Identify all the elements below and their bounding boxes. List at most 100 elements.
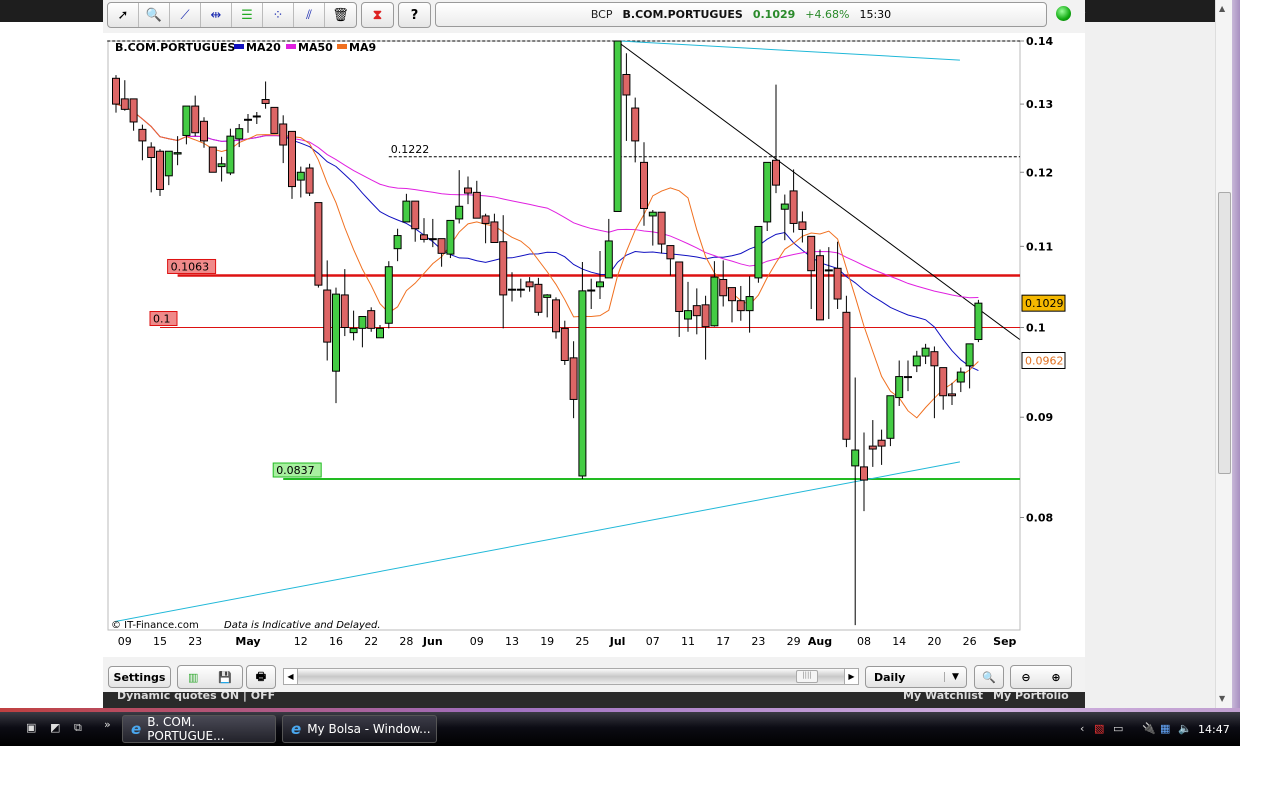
candle[interactable] [376, 327, 384, 339]
candlestick-chart[interactable]: 0.14 0.13 0.12 0.11 0.1 0.09 0.08 09 15 23 May 12 16… [103, 33, 1085, 657]
scrollbar-thumb[interactable] [1218, 192, 1231, 474]
candle[interactable] [948, 393, 956, 397]
indicators-icon[interactable]: ☰ [232, 3, 263, 27]
trash-icon[interactable]: 🗑 [325, 3, 356, 27]
candle[interactable] [437, 238, 446, 254]
candle[interactable] [877, 439, 886, 447]
candle[interactable] [120, 98, 129, 110]
scroll-left-icon[interactable]: ◀ [284, 669, 298, 684]
switch-windows-icon[interactable]: ⧉ [74, 721, 82, 735]
settings-button[interactable]: Settings [108, 666, 171, 688]
candle[interactable] [138, 128, 147, 142]
candle[interactable] [895, 376, 904, 399]
candle[interactable] [481, 215, 490, 224]
candle[interactable] [340, 294, 349, 329]
candle[interactable] [807, 235, 816, 272]
display-icon[interactable]: ▭ [1113, 722, 1123, 735]
parallel-lines-icon[interactable]: ⫽ [294, 3, 325, 27]
candle[interactable] [772, 159, 780, 186]
scroll-down-icon[interactable]: ▼ [1219, 694, 1225, 703]
help-button[interactable]: ? [398, 2, 431, 28]
candle[interactable] [455, 205, 464, 220]
candle[interactable] [860, 466, 868, 481]
candle[interactable] [270, 106, 279, 134]
candle[interactable] [974, 302, 983, 341]
candle[interactable] [226, 135, 235, 174]
antivirus-icon[interactable]: ▧ [1094, 722, 1104, 735]
candle[interactable] [279, 123, 288, 146]
candle[interactable] [261, 99, 270, 104]
candle[interactable] [349, 327, 358, 334]
candle[interactable] [296, 171, 305, 181]
candle[interactable] [235, 128, 244, 140]
candle[interactable] [358, 316, 367, 329]
candle[interactable] [552, 299, 560, 333]
candle[interactable] [252, 115, 261, 118]
candle[interactable] [147, 146, 156, 158]
candle[interactable] [851, 449, 860, 467]
candle[interactable] [640, 161, 648, 209]
candle[interactable] [965, 343, 974, 367]
candle[interactable] [956, 371, 965, 383]
trendline-icon[interactable]: ⟋ [170, 3, 201, 27]
network-icon[interactable]: ▦ [1160, 722, 1170, 735]
tray-expand-icon[interactable]: ‹ [1080, 722, 1084, 735]
candle[interactable] [464, 187, 472, 194]
candle[interactable] [420, 234, 428, 240]
candle[interactable] [824, 269, 833, 272]
candle[interactable] [657, 211, 666, 245]
show-desktop-icon[interactable]: ▣ [26, 721, 36, 734]
candle[interactable] [833, 267, 842, 300]
my-portfolio-link[interactable]: My Portfolio [993, 692, 1069, 702]
zoom-in-button-icon[interactable]: ⊕ [1051, 671, 1060, 684]
compare-button[interactable]: ⧗ [361, 2, 394, 28]
candle[interactable] [886, 395, 895, 439]
candle[interactable] [402, 200, 411, 223]
candle[interactable] [367, 310, 376, 329]
candle[interactable] [710, 276, 719, 327]
horizontal-line-icon[interactable]: ⇹ [201, 3, 232, 27]
zoom-out-icon[interactable]: ⊖ [1021, 671, 1030, 684]
candle-save-icon[interactable]: ▥ [188, 671, 198, 684]
time-scrollbar[interactable]: ◀ |||| ▶ [283, 668, 859, 685]
my-watchlist-link[interactable]: My Watchlist [903, 692, 983, 702]
candle[interactable] [578, 290, 587, 477]
chart-area[interactable]: 0.14 0.13 0.12 0.11 0.1 0.09 0.08 09 15 23 May 12 16… [103, 33, 1085, 657]
candle[interactable] [666, 245, 675, 260]
candle[interactable] [798, 221, 807, 230]
candle[interactable] [323, 289, 332, 343]
candle[interactable] [569, 357, 578, 400]
candle[interactable] [648, 211, 657, 217]
volume-icon[interactable]: 🔈 [1178, 722, 1192, 735]
candle[interactable] [244, 118, 252, 121]
candle[interactable] [182, 105, 191, 136]
candle[interactable] [728, 287, 736, 302]
candle[interactable] [393, 235, 402, 250]
candle[interactable] [868, 445, 877, 450]
candle[interactable] [305, 167, 314, 194]
zoom-fit-button[interactable]: 🔍 [974, 665, 1004, 689]
candle[interactable] [332, 293, 340, 372]
scroll-up-icon[interactable]: ▲ [1219, 4, 1225, 13]
candle[interactable] [763, 161, 772, 223]
power-icon[interactable]: 🔌 [1142, 722, 1156, 735]
candle[interactable] [472, 191, 481, 219]
task-mybolsa-window[interactable]: e My Bolsa - Window... [282, 715, 437, 743]
candle[interactable] [701, 304, 710, 328]
candle[interactable] [780, 203, 789, 210]
candle[interactable] [587, 289, 596, 292]
candle[interactable] [631, 107, 640, 142]
candle[interactable] [534, 283, 543, 313]
print-button[interactable]: 🖶 [246, 665, 276, 689]
candle[interactable] [904, 376, 912, 379]
candle[interactable] [490, 221, 499, 243]
candle[interactable] [112, 77, 120, 105]
time-scrollbar-thumb[interactable]: |||| [796, 670, 818, 683]
candle[interactable] [745, 296, 754, 312]
candle[interactable] [930, 351, 939, 367]
zoom-in-icon[interactable]: 🔍 [139, 3, 170, 27]
candle[interactable] [384, 266, 393, 324]
candle[interactable] [560, 327, 569, 361]
candle[interactable] [129, 98, 138, 123]
candle[interactable] [217, 163, 226, 168]
